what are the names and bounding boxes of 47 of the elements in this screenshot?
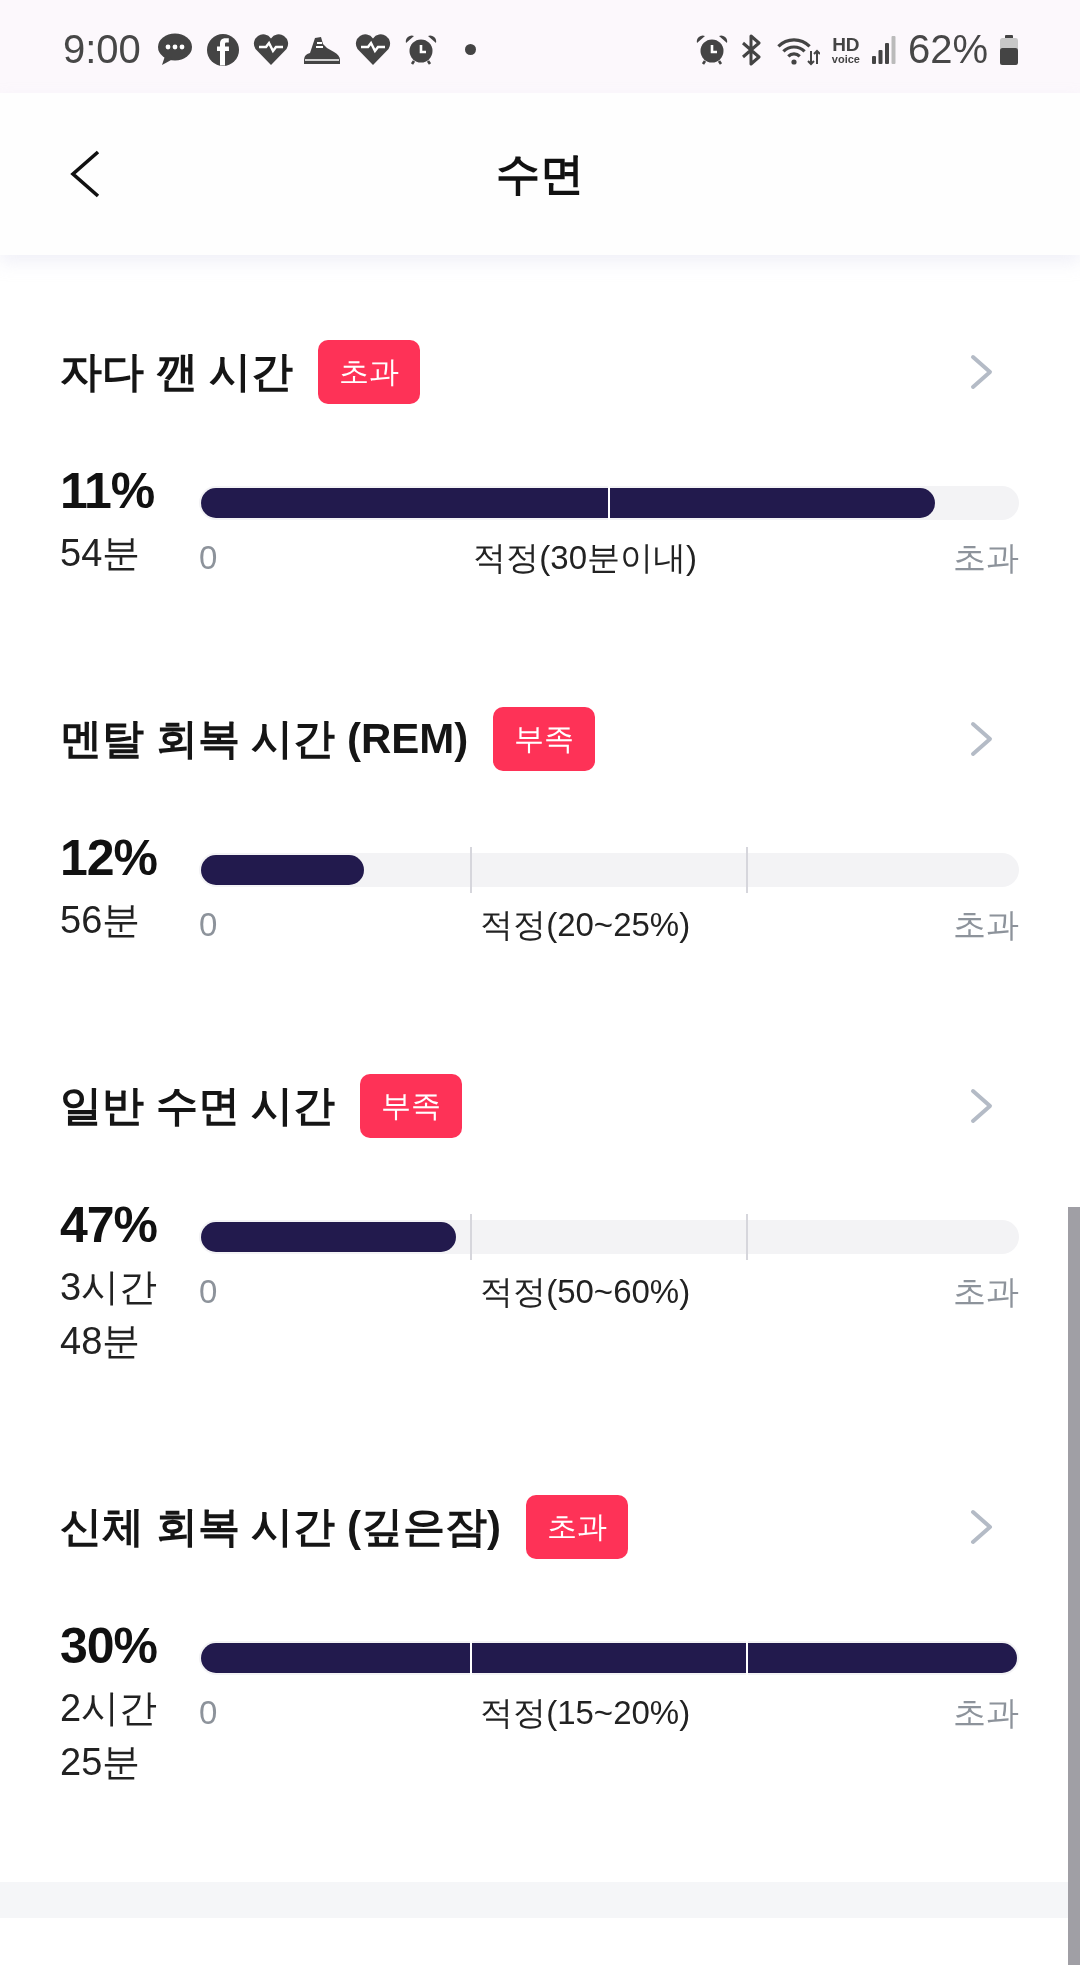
facebook-icon — [206, 33, 239, 66]
chevron-right-icon[interactable] — [969, 354, 995, 390]
alarm-clock-icon — [404, 33, 437, 66]
percent-value: 11% — [60, 462, 156, 521]
scale-end-label: 초과 — [953, 538, 1019, 578]
voice-label: voice — [831, 53, 860, 65]
target-range-label: 적정(50~60%) — [479, 1272, 692, 1312]
signal-icon — [871, 35, 896, 64]
scale-end-label: 초과 — [953, 1272, 1019, 1312]
target-range-label: 적정(15~20%) — [479, 1693, 692, 1733]
status-badge: 초과 — [318, 340, 421, 404]
section-title: 신체 회복 시간 (깊은잠) — [60, 1502, 501, 1552]
chevron-right-icon[interactable] — [969, 721, 995, 757]
target-range-label: 적정(20~25%) — [479, 905, 692, 945]
chevron-right-icon[interactable] — [969, 1088, 995, 1124]
page-title: 수면 — [496, 147, 584, 200]
duration-value: 3시간 48분 — [60, 1265, 159, 1364]
duration-value: 2시간 25분 — [60, 1686, 159, 1785]
hd-label: HD — [832, 34, 860, 54]
section-title: 멘탈 회복 시간 (REM) — [60, 714, 469, 764]
chat-bubble-icon — [156, 33, 193, 66]
back-icon[interactable] — [69, 150, 101, 198]
scale-start-label: 0 — [199, 1693, 218, 1733]
battery-percent: 62% — [907, 27, 988, 72]
percent-value: 47% — [60, 1196, 159, 1255]
scale-end-label: 초과 — [953, 905, 1019, 945]
section-title: 자다 깬 시간 — [60, 347, 294, 397]
target-range-label: 적정(30분이내) — [472, 538, 698, 578]
status-time: 9:00 — [63, 27, 141, 72]
duration-value: 56분 — [60, 898, 142, 943]
status-badge: 부족 — [493, 707, 596, 771]
status-badge: 초과 — [526, 1495, 628, 1559]
notification-dot-icon — [464, 44, 476, 55]
alarm-clock-icon — [695, 33, 728, 66]
heart-icon — [354, 34, 391, 65]
section-title: 일반 수면 시간 — [60, 1081, 336, 1131]
scale-start-label: 0 — [199, 538, 218, 578]
chevron-right-icon[interactable] — [969, 1509, 995, 1545]
duration-value: 54분 — [60, 531, 142, 576]
status-badge: 부족 — [360, 1074, 463, 1138]
heart-icon — [252, 34, 289, 65]
scale-start-label: 0 — [199, 905, 218, 945]
percent-value: 30% — [60, 1617, 159, 1676]
percent-value: 12% — [60, 829, 159, 888]
scale-start-label: 0 — [199, 1272, 218, 1312]
scale-end-label: 초과 — [953, 1693, 1019, 1733]
battery-icon — [1000, 34, 1018, 65]
